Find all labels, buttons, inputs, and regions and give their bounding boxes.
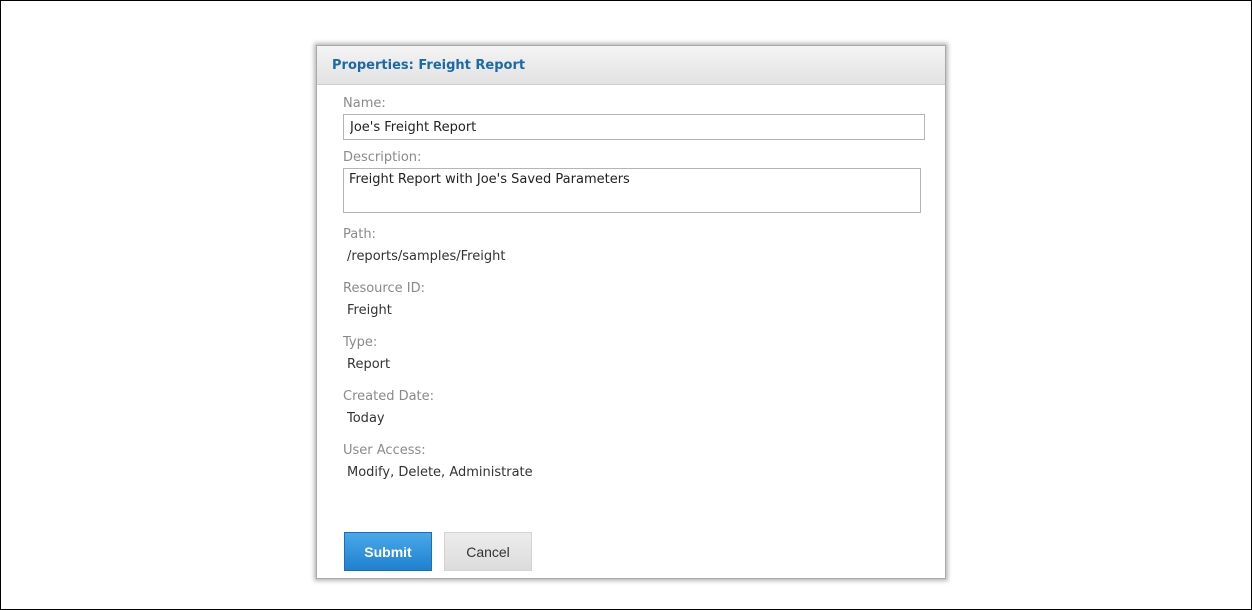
properties-dialog: Properties: Freight Report Name: Descrip… (316, 45, 946, 579)
dialog-title: Properties: Freight Report (332, 57, 526, 73)
type-label: Type: (343, 335, 378, 350)
description-label: Description: (343, 150, 422, 165)
created-date-value: Today (347, 411, 385, 426)
dialog-buttons: Submit Cancel (344, 532, 532, 571)
path-value: /reports/samples/Freight (347, 249, 506, 264)
created-date-label: Created Date: (343, 389, 435, 404)
resource-id-value: Freight (347, 303, 392, 318)
screen: Properties: Freight Report Name: Descrip… (0, 0, 1252, 610)
path-label: Path: (343, 227, 376, 242)
type-value: Report (347, 357, 391, 372)
submit-button[interactable]: Submit (344, 532, 432, 571)
description-textarea[interactable]: Freight Report with Joe's Saved Paramete… (343, 168, 921, 213)
name-input[interactable] (343, 114, 925, 140)
cancel-button[interactable]: Cancel (444, 532, 532, 571)
dialog-body: Name: Description: Freight Report with J… (317, 85, 945, 485)
resource-id-label: Resource ID: (343, 281, 425, 296)
name-label: Name: (343, 96, 386, 111)
user-access-label: User Access: (343, 443, 426, 458)
dialog-header: Properties: Freight Report (317, 46, 945, 85)
user-access-value: Modify, Delete, Administrate (347, 465, 533, 480)
